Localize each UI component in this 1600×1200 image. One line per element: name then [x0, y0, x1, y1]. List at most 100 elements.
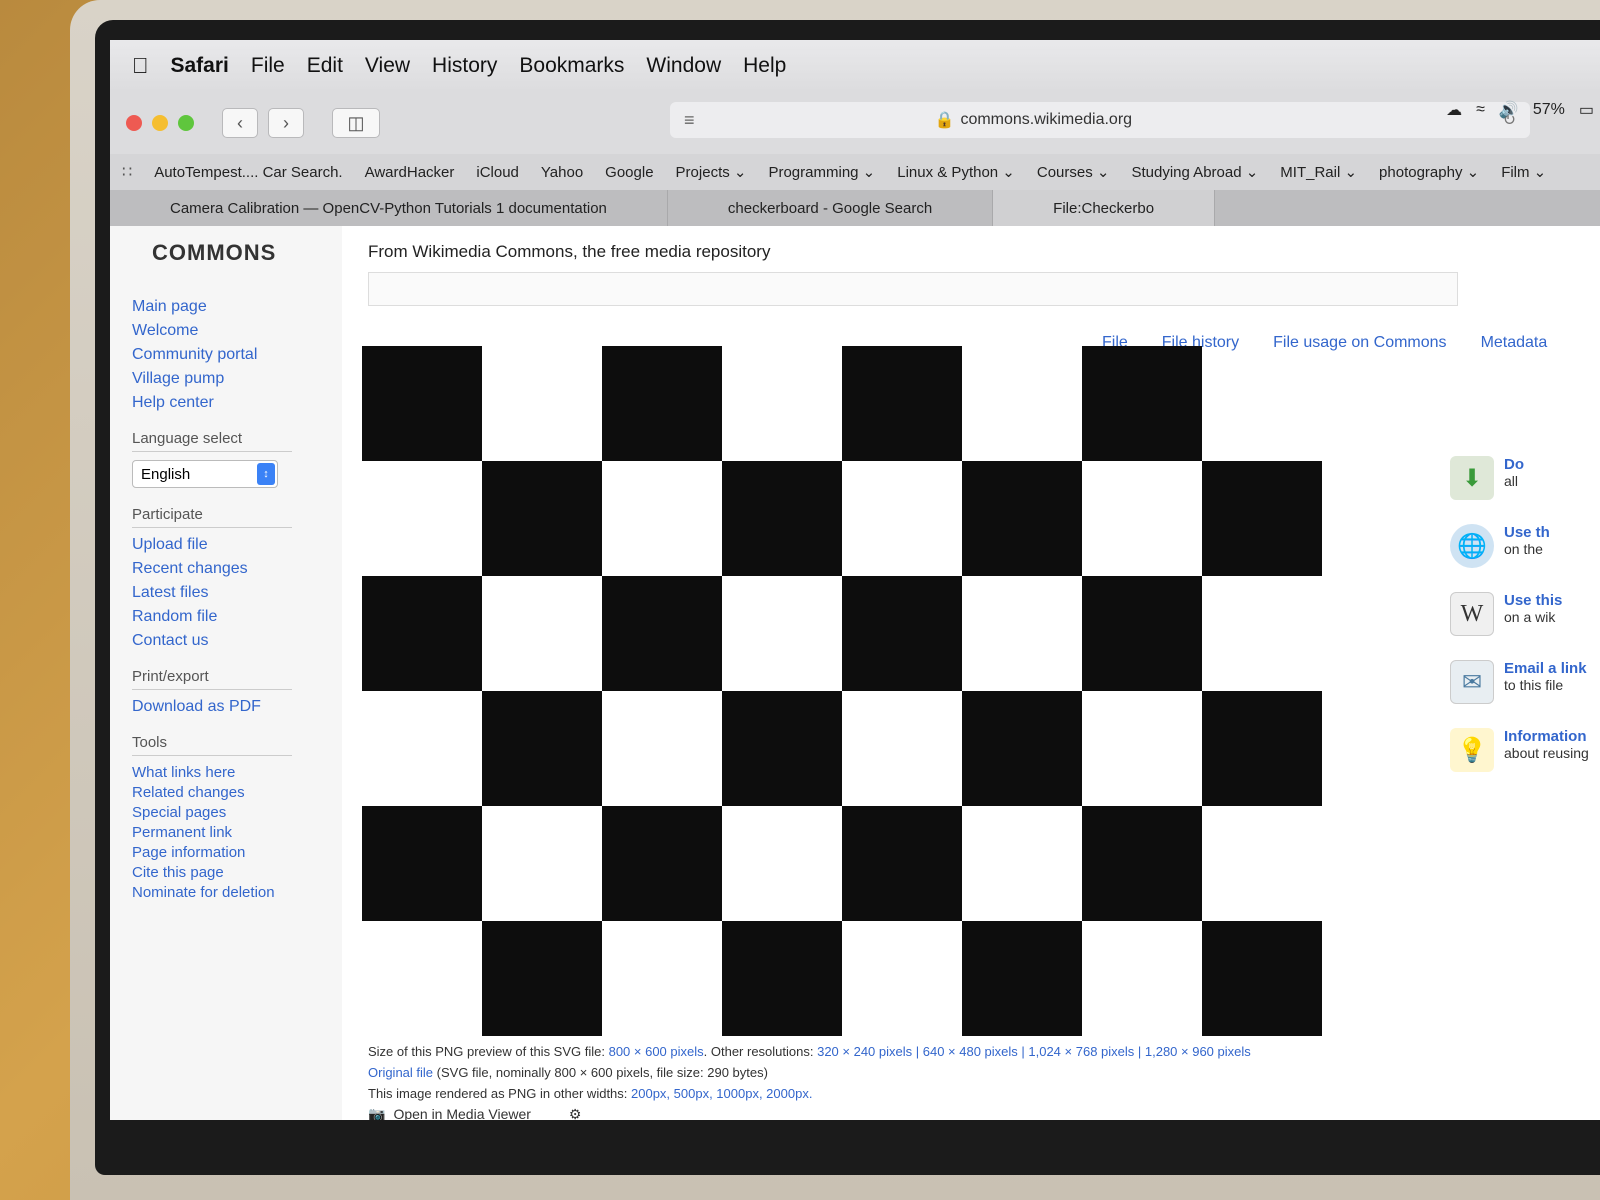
reuse-item-wiki[interactable]: W Use this on a wik: [1450, 592, 1600, 636]
checker-square: [962, 346, 1082, 461]
reuse-item-info[interactable]: 💡 Information about reusing: [1450, 728, 1600, 772]
bookmark-item[interactable]: AutoTempest.... Car Search.: [154, 164, 342, 181]
checker-square: [362, 921, 482, 1036]
checker-square: [1082, 691, 1202, 806]
reader-icon[interactable]: ≡: [684, 110, 695, 131]
tab-label: checkerboard - Google Search: [727, 199, 933, 217]
print-heading: Print/export: [132, 668, 292, 690]
apple-icon[interactable]: : [132, 53, 149, 79]
open-media-viewer-button[interactable]: Open in Media Viewer: [393, 1106, 530, 1120]
menu-history[interactable]: History: [432, 54, 497, 78]
nav-help-center[interactable]: Help center: [132, 394, 342, 412]
link-page-information[interactable]: Page information: [132, 844, 342, 861]
close-button[interactable]: [126, 115, 142, 131]
bookmark-item[interactable]: MIT_Rail ⌄: [1280, 163, 1357, 181]
language-heading: Language select: [132, 430, 292, 452]
link-other-resolutions[interactable]: 320 × 240 pixels | 640 × 480 pixels | 1,…: [817, 1044, 1251, 1059]
reuse-sub: on the: [1504, 541, 1543, 557]
link-nominate-deletion[interactable]: Nominate for deletion: [132, 884, 342, 901]
checker-square: [722, 806, 842, 921]
checker-square: [722, 691, 842, 806]
menu-bookmarks[interactable]: Bookmarks: [519, 54, 624, 78]
reuse-title: Do: [1504, 456, 1524, 473]
link-latest-files[interactable]: Latest files: [132, 584, 342, 602]
nav-welcome[interactable]: Welcome: [132, 322, 342, 340]
tab-camera-calibration[interactable]: Camera Calibration — OpenCV-Python Tutor…: [110, 190, 668, 226]
reuse-item-email[interactable]: ✉ Email a link to this file: [1450, 660, 1600, 704]
menu-help[interactable]: Help: [743, 54, 786, 78]
checker-square: [962, 461, 1082, 576]
link-special-pages[interactable]: Special pages: [132, 804, 342, 821]
wikipedia-icon: W: [1450, 592, 1494, 636]
bookmark-item[interactable]: Studying Abroad ⌄: [1131, 163, 1258, 181]
checkerboard-image[interactable]: [362, 346, 1322, 1036]
gear-icon[interactable]: ⚙: [569, 1106, 582, 1120]
reuse-item-globe[interactable]: 🌐 Use th on the: [1450, 524, 1600, 568]
back-button[interactable]: ‹: [222, 108, 258, 138]
nav-community-portal[interactable]: Community portal: [132, 346, 342, 364]
checker-square: [602, 346, 722, 461]
tab-checkerboard[interactable]: File:Checkerbo: [993, 190, 1216, 226]
checker-square: [1082, 806, 1202, 921]
link-other-widths[interactable]: 200px, 500px, 1000px, 2000px.: [631, 1086, 812, 1101]
volume-icon[interactable]: 🔊: [1499, 100, 1519, 120]
sidebar-toggle-button[interactable]: ◫: [332, 108, 380, 138]
email-icon: ✉: [1450, 660, 1494, 704]
checker-square: [842, 346, 962, 461]
nav-village-pump[interactable]: Village pump: [132, 370, 342, 388]
bookmark-item[interactable]: iCloud: [476, 164, 519, 181]
tab-metadata[interactable]: Metadata: [1481, 334, 1548, 352]
menu-file[interactable]: File: [251, 54, 285, 78]
bookmark-item[interactable]: Programming ⌄: [768, 163, 875, 181]
language-select[interactable]: English ↕: [132, 460, 278, 488]
link-cite-this-page[interactable]: Cite this page: [132, 864, 342, 881]
app-menu[interactable]: Safari: [171, 54, 229, 78]
chevron-updown-icon: ↕: [257, 463, 275, 485]
bookmark-item[interactable]: Linux & Python ⌄: [897, 163, 1015, 181]
link-800x600[interactable]: 800 × 600 pixels: [609, 1044, 704, 1059]
bookmark-item[interactable]: Courses ⌄: [1037, 163, 1110, 181]
link-permanent-link[interactable]: Permanent link: [132, 824, 342, 841]
link-related-changes[interactable]: Related changes: [132, 784, 342, 801]
bookmark-item[interactable]: AwardHacker: [365, 164, 455, 181]
address-bar[interactable]: ≡ 🔒 commons.wikimedia.org ↻: [670, 102, 1530, 138]
wifi-icon[interactable]: ≈: [1476, 101, 1485, 119]
web-page: COMMONS Main page Welcome Community port…: [110, 226, 1600, 1120]
checker-square: [602, 806, 722, 921]
reuse-sub: all: [1504, 473, 1519, 489]
link-what-links-here[interactable]: What links here: [132, 764, 342, 781]
commons-logo[interactable]: COMMONS: [152, 240, 342, 266]
tab-label: Camera Calibration — OpenCV-Python Tutor…: [170, 199, 607, 217]
link-original-file[interactable]: Original file: [368, 1065, 433, 1080]
minimize-button[interactable]: [152, 115, 168, 131]
link-recent-changes[interactable]: Recent changes: [132, 560, 342, 578]
cloud-icon[interactable]: ☁: [1446, 100, 1462, 120]
checker-square: [842, 691, 962, 806]
bookmark-item[interactable]: Google: [605, 164, 653, 181]
meta-rendered-prefix: This image rendered as PNG in other widt…: [368, 1086, 632, 1101]
nav-main-page[interactable]: Main page: [132, 298, 342, 316]
link-contact-us[interactable]: Contact us: [132, 632, 342, 650]
menu-view[interactable]: View: [365, 54, 410, 78]
bookmark-item[interactable]: photography ⌄: [1379, 163, 1479, 181]
link-random-file[interactable]: Random file: [132, 608, 342, 626]
menu-edit[interactable]: Edit: [307, 54, 343, 78]
checker-square: [962, 921, 1082, 1036]
forward-button[interactable]: ›: [268, 108, 304, 138]
menu-window[interactable]: Window: [646, 54, 721, 78]
checker-square: [722, 576, 842, 691]
status-icons: ☁ ≈ 🔊 57% ▭: [1446, 100, 1600, 120]
tab-google-search[interactable]: checkerboard - Google Search: [668, 190, 994, 226]
battery-icon[interactable]: ▭: [1579, 100, 1594, 120]
link-download-pdf[interactable]: Download as PDF: [132, 698, 342, 716]
screen:  Safari File Edit View History Bookmark…: [110, 40, 1600, 1120]
zoom-button[interactable]: [178, 115, 194, 131]
bookmark-item[interactable]: Film ⌄: [1501, 163, 1546, 181]
bookmark-item[interactable]: Yahoo: [541, 164, 583, 181]
bookmark-item[interactable]: Projects ⌄: [676, 163, 747, 181]
checker-square: [482, 576, 602, 691]
grid-icon[interactable]: ∷: [122, 162, 132, 182]
reuse-item-download[interactable]: ⬇ Do all: [1450, 456, 1600, 500]
battery-percent[interactable]: 57%: [1533, 101, 1565, 119]
link-upload-file[interactable]: Upload file: [132, 536, 342, 554]
